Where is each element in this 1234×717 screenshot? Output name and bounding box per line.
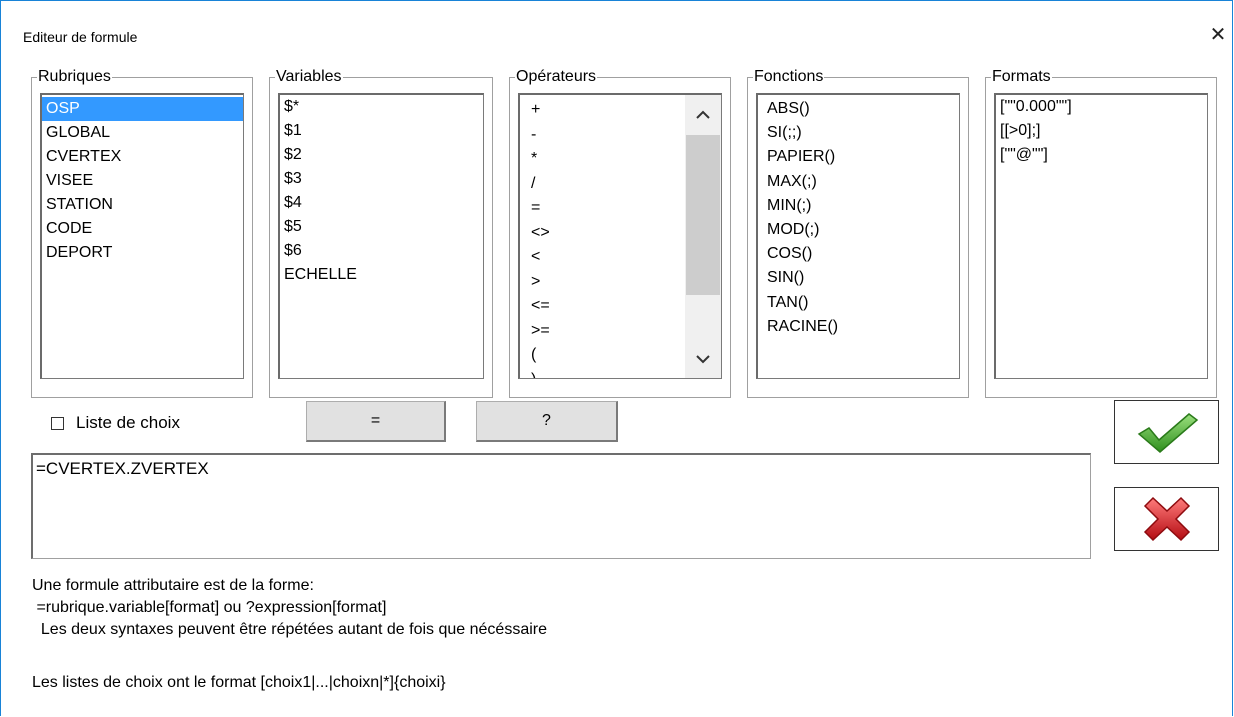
- operateurs-item[interactable]: -: [520, 123, 685, 148]
- help-line-4: Les listes de choix ont le format [choix…: [32, 674, 446, 691]
- rubriques-item[interactable]: GLOBAL: [42, 121, 243, 145]
- operateurs-item[interactable]: ): [520, 368, 685, 379]
- formats-list[interactable]: [""0.000""] [[>0];] [""@""]: [994, 93, 1208, 379]
- operateurs-item[interactable]: +: [520, 98, 685, 123]
- rubriques-label: Rubriques: [37, 67, 112, 87]
- scroll-down-icon[interactable]: [685, 340, 721, 378]
- formats-item[interactable]: [""0.000""]: [996, 95, 1207, 119]
- operateurs-item[interactable]: <=: [520, 294, 685, 319]
- fonctions-group: Fonctions ABS() SI(;;) PAPIER() MAX(;) MIN(;…: [747, 67, 969, 398]
- formats-item[interactable]: [[>0];]: [996, 119, 1207, 143]
- rubriques-item[interactable]: STATION: [42, 193, 243, 217]
- variables-label: Variables: [275, 67, 343, 87]
- help-line-3: Les deux syntaxes peuvent être répétées …: [32, 621, 547, 638]
- variables-item[interactable]: $6: [280, 239, 483, 263]
- cross-icon: [1143, 496, 1190, 542]
- variables-item[interactable]: $*: [280, 95, 483, 119]
- operateurs-item[interactable]: <: [520, 245, 685, 270]
- fonctions-item[interactable]: MOD(;): [758, 218, 959, 242]
- liste-de-choix-label: Liste de choix: [76, 413, 180, 432]
- operateurs-item[interactable]: *: [520, 147, 685, 172]
- help-line-2: =rubrique.variable[format] ou ?expressio…: [32, 599, 387, 616]
- operateurs-group: Opérateurs + - * / = <> < > <= >=(): [509, 67, 731, 398]
- fonctions-item[interactable]: PAPIER(): [758, 145, 959, 169]
- variables-item[interactable]: $1: [280, 119, 483, 143]
- checkbox-box[interactable]: [51, 416, 64, 430]
- fonctions-item[interactable]: TAN(): [758, 291, 959, 315]
- window-title: Editeur de formule: [23, 29, 138, 45]
- help-line-1: Une formule attributaire est de la forme…: [32, 577, 314, 594]
- scroll-up-icon[interactable]: [685, 95, 721, 133]
- operateurs-item[interactable]: (: [520, 343, 685, 368]
- operateurs-item[interactable]: <>: [520, 221, 685, 246]
- operateurs-label: Opérateurs: [515, 67, 598, 87]
- formula-input[interactable]: =CVERTEX.ZVERTEX: [31, 453, 1091, 559]
- operateurs-list[interactable]: + - * / = <> < > <= >=(): [518, 93, 722, 379]
- variables-list[interactable]: $* $1 $2 $3 $4 $5 $6 ECHELLE: [278, 93, 484, 379]
- rubriques-item[interactable]: OSP: [42, 97, 243, 121]
- fonctions-item[interactable]: RACINE(): [758, 315, 959, 339]
- formats-label: Formats: [991, 67, 1052, 87]
- ok-button[interactable]: [1114, 400, 1219, 464]
- rubriques-list[interactable]: OSP GLOBAL CVERTEX VISEE STATION CODE DEPORT: [40, 93, 244, 379]
- fonctions-item[interactable]: SI(;;): [758, 121, 959, 145]
- fonctions-label: Fonctions: [753, 67, 825, 87]
- variables-group: Variables $* $1 $2 $3 $4 $5 $6 ECHELLE: [269, 67, 493, 398]
- operateurs-item[interactable]: /: [520, 172, 685, 197]
- operateurs-item[interactable]: =: [520, 196, 685, 221]
- question-button[interactable]: ?: [476, 401, 618, 442]
- fonctions-item[interactable]: ABS(): [758, 97, 959, 121]
- variables-item[interactable]: $3: [280, 167, 483, 191]
- fonctions-item[interactable]: SIN(): [758, 266, 959, 290]
- rubriques-item[interactable]: VISEE: [42, 169, 243, 193]
- variables-item[interactable]: $4: [280, 191, 483, 215]
- cancel-button[interactable]: [1114, 487, 1219, 551]
- rubriques-item[interactable]: DEPORT: [42, 241, 243, 265]
- variables-item[interactable]: $5: [280, 215, 483, 239]
- formats-group: Formats [""0.000""] [[>0];] [""@""]: [985, 67, 1217, 398]
- liste-de-choix-checkbox[interactable]: Liste de choix: [51, 413, 180, 433]
- variables-item[interactable]: $2: [280, 143, 483, 167]
- fonctions-item[interactable]: MIN(;): [758, 194, 959, 218]
- operateurs-item[interactable]: >: [520, 270, 685, 295]
- scroll-thumb[interactable]: [686, 135, 720, 295]
- variables-item[interactable]: ECHELLE: [280, 263, 483, 287]
- rubriques-item[interactable]: CVERTEX: [42, 145, 243, 169]
- fonctions-item[interactable]: MAX(;): [758, 170, 959, 194]
- rubriques-item[interactable]: CODE: [42, 217, 243, 241]
- fonctions-item[interactable]: COS(): [758, 242, 959, 266]
- formats-item[interactable]: [""@""]: [996, 143, 1207, 167]
- operateurs-scrollbar[interactable]: [685, 95, 721, 378]
- operateurs-item[interactable]: >=: [520, 319, 685, 344]
- dialog-window: Editeur de formule ✕ Rubriques OSP GLOBAL…: [0, 0, 1233, 716]
- fonctions-list[interactable]: ABS() SI(;;) PAPIER() MAX(;) MIN(;) MOD(;) COS…: [756, 93, 960, 379]
- equals-button[interactable]: =: [306, 401, 446, 442]
- checkmark-icon: [1137, 413, 1198, 453]
- close-icon[interactable]: ✕: [1206, 23, 1230, 47]
- rubriques-group: Rubriques OSP GLOBAL CVERTEX VISEE STATION CO…: [31, 67, 253, 398]
